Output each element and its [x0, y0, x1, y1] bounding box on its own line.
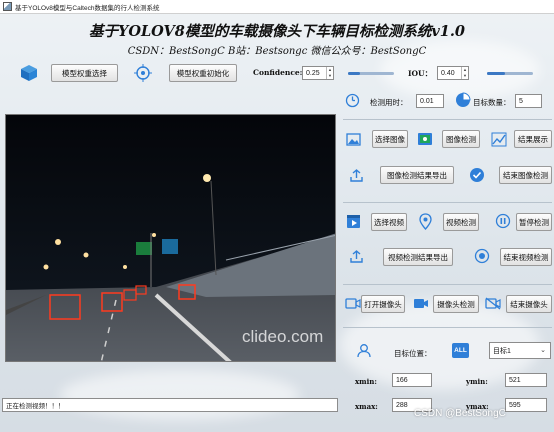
check-circle-icon	[469, 167, 485, 183]
xmin-label: xmin:	[355, 377, 377, 386]
detect-time-field: 0.01	[416, 94, 444, 108]
target-position-label: 目标位置：	[394, 349, 432, 358]
video-watermark: clideo.com	[242, 327, 324, 346]
clock-icon	[345, 93, 360, 108]
status-text: 正在检测视频！！！	[6, 403, 65, 410]
iou-slider[interactable]	[487, 72, 533, 75]
detection-video-display: clideo.com	[5, 114, 336, 362]
section-divider	[343, 119, 552, 120]
pie-chart-icon	[455, 92, 471, 108]
app-icon	[3, 2, 12, 11]
spin-arrows-icon[interactable]: ▲ ▼	[461, 67, 468, 79]
camera-icon	[345, 297, 361, 310]
window-title: 基于YOLOv8模型与Caltech数据集的行人检测系统	[15, 4, 160, 12]
all-badge-icon: ALL	[452, 343, 469, 358]
target-count-label: 目标数量：	[473, 98, 511, 107]
camera-off-icon	[485, 297, 501, 310]
iou-slider-fill	[487, 72, 506, 75]
stop-circle-icon	[474, 248, 490, 264]
confidence-label: Confidence:	[253, 68, 303, 77]
iou-spinbox[interactable]: 0.40 ▲ ▼	[437, 66, 469, 80]
xmin-field: 166	[392, 373, 432, 387]
xmax-label: xmax:	[355, 402, 378, 411]
csdn-watermark: CSDN @BestSongC	[414, 408, 506, 419]
export-image-result-button[interactable]: 图像检测结果导出	[380, 166, 454, 184]
pause-icon	[495, 213, 511, 229]
section-divider	[343, 327, 552, 328]
cube-icon	[20, 64, 38, 82]
chevron-down-icon: ⌄	[540, 347, 546, 354]
target-select-value: 目标1	[493, 347, 511, 355]
target-crosshair-icon	[134, 64, 152, 82]
section-divider	[343, 202, 552, 203]
target-count-field: 5	[515, 94, 542, 108]
confidence-value: 0.25	[306, 69, 320, 77]
user-icon	[357, 343, 371, 358]
background-cloud	[60, 370, 300, 420]
pause-detect-button[interactable]: 暂停检测	[516, 213, 552, 231]
ymin-field: 521	[505, 373, 547, 387]
section-divider	[343, 284, 552, 285]
show-result-button[interactable]: 结果展示	[514, 130, 552, 148]
iou-value: 0.40	[441, 69, 455, 77]
export-video-result-button[interactable]: 视频检测结果导出	[383, 248, 453, 266]
stop-video-detect-button[interactable]: 结束视频检测	[500, 248, 552, 266]
video-file-icon	[346, 214, 361, 229]
select-video-button[interactable]: 选择视频	[371, 213, 407, 231]
select-image-button[interactable]: 选择图像	[372, 130, 408, 148]
location-pin-icon	[418, 213, 433, 230]
detect-time-label: 检测用时：	[370, 98, 408, 107]
confidence-spinbox[interactable]: 0.25 ▲ ▼	[302, 66, 334, 80]
road-scene-image	[6, 115, 335, 361]
image-detect-icon	[417, 131, 433, 147]
ymin-label: ymin:	[466, 377, 488, 386]
target-select[interactable]: 目标1 ⌄	[489, 342, 551, 359]
camera-detect-button[interactable]: 摄像头检测	[433, 295, 479, 313]
upload-icon	[349, 168, 364, 183]
confidence-slider-fill	[348, 72, 360, 75]
spin-arrows-icon[interactable]: ▲ ▼	[326, 67, 333, 79]
confidence-slider[interactable]	[348, 72, 394, 75]
page-title: 基于YOLOV8模型的车载摄像头下车辆目标检测系统v1.0	[88, 23, 466, 40]
image-detect-button[interactable]: 图像检测	[442, 130, 480, 148]
model-weight-select-button[interactable]: 模型权重选择	[51, 64, 118, 82]
model-weight-init-button[interactable]: 模型权重初始化	[169, 64, 237, 82]
page-subtitle: CSDN：BestSongC B站：Bestsongc 微信公众号：BestSo…	[127, 46, 427, 57]
video-camera-icon	[413, 297, 429, 310]
iou-label: IOU：	[408, 69, 433, 78]
line-chart-icon	[491, 132, 507, 147]
stop-camera-button[interactable]: 结束摄像头	[506, 295, 552, 313]
image-icon	[346, 132, 361, 147]
window-titlebar: 基于YOLOv8模型与Caltech数据集的行人检测系统	[0, 0, 554, 14]
video-detect-button[interactable]: 视频检测	[443, 213, 479, 231]
upload-icon	[349, 249, 364, 264]
ymax-field: 595	[505, 398, 547, 412]
open-camera-button[interactable]: 打开摄像头	[361, 295, 405, 313]
status-bar: 正在检测视频！！！	[2, 398, 338, 412]
stop-image-detect-button[interactable]: 结束图像检测	[499, 166, 552, 184]
